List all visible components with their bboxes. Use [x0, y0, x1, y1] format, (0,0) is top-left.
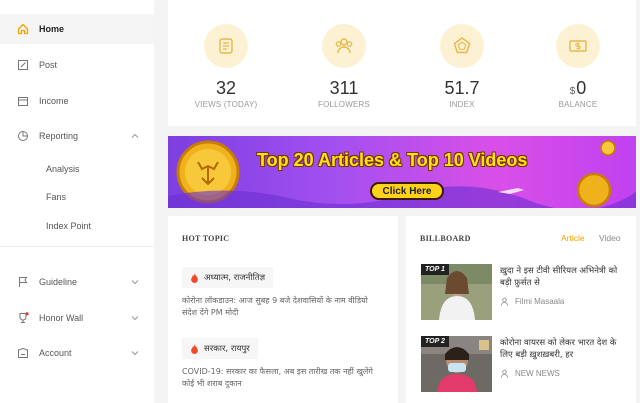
- sidebar-item-income[interactable]: Income: [0, 86, 154, 116]
- sidebar-item-guideline[interactable]: Guideline: [0, 267, 154, 297]
- stat-caption: INDEX: [449, 100, 475, 109]
- banner-title: Top 20 Articles & Top 10 Videos: [257, 150, 528, 170]
- billboard-title: BILLBOARD: [420, 234, 471, 243]
- hot-topic-card: HOT TOPIC अध्यात्म, राजनीतिज्ञ कोरोना लॉ…: [168, 216, 398, 403]
- wallet-icon: [16, 94, 30, 108]
- fire-icon: [191, 343, 198, 354]
- stat-index: 51.7 INDEX: [417, 24, 507, 109]
- sidebar-subitem-analysis[interactable]: Analysis: [46, 164, 80, 174]
- stat-value: 32: [215, 78, 237, 98]
- sidebar-item-home[interactable]: Home: [0, 14, 154, 44]
- sidebar-item-label: Honor Wall: [39, 313, 84, 323]
- sidebar-item-reporting[interactable]: Reporting: [0, 121, 154, 151]
- stats-card: 32 VIEWS (TODAY) 311 FOLLOWERS 51.7 INDE…: [168, 0, 636, 126]
- stat-caption: BALANCE: [558, 100, 598, 109]
- rank-badge: TOP 2: [421, 336, 449, 347]
- scroll-icon: [204, 24, 248, 68]
- radar-icon: [440, 24, 484, 68]
- billboard-thumbnail[interactable]: TOP 2: [421, 336, 492, 392]
- tab-video[interactable]: Video: [599, 233, 621, 243]
- user-icon: [500, 369, 509, 378]
- source-name: NEW NEWS: [515, 369, 560, 378]
- account-icon: [16, 346, 30, 360]
- home-icon: [16, 22, 30, 36]
- sidebar-item-account[interactable]: Account: [0, 338, 154, 368]
- chevron-up-icon: [131, 133, 139, 138]
- billboard-thumbnail[interactable]: TOP 1: [421, 264, 492, 320]
- stat-balance: $0 BALANCE: [533, 24, 623, 109]
- billboard-headline[interactable]: ख़ुदा ने इस टीवी सीरियल अभिनेत्री को बड़…: [500, 265, 628, 289]
- sidebar-item-label: Guideline: [39, 277, 78, 287]
- followers-icon: [322, 24, 366, 68]
- user-icon: [500, 297, 509, 306]
- rank-badge: TOP 1: [421, 264, 449, 275]
- topic-tag-label: सरकार, रायपुर: [204, 344, 250, 354]
- topic-tag[interactable]: अध्यात्म, राजनीतिज्ञ: [182, 267, 274, 288]
- stat-value: $0: [533, 78, 623, 99]
- fire-icon: [191, 272, 198, 283]
- money-icon: [556, 24, 600, 68]
- sidebar-item-label: Home: [39, 24, 65, 34]
- hot-topic-title: HOT TOPIC: [182, 234, 230, 243]
- topic-headline[interactable]: कोरोना लॉकडाउन: आज सुबह 9 बजे देशवासियों…: [182, 295, 382, 319]
- billboard-source: NEW NEWS: [500, 369, 560, 378]
- billboard-card: BILLBOARD Article Video TOP 1 ख़ुदा ने इ…: [406, 216, 636, 403]
- sidebar-item-post[interactable]: Post: [0, 50, 154, 80]
- chevron-down-icon: [131, 351, 139, 356]
- sidebar-subitem-fans[interactable]: Fans: [46, 192, 66, 202]
- sidebar-subitem-index-point[interactable]: Index Point: [46, 221, 91, 231]
- sidebar-item-honor-wall[interactable]: Honor Wall: [0, 303, 154, 333]
- topic-tag[interactable]: सरकार, रायपुर: [182, 338, 258, 359]
- currency-symbol: $: [569, 86, 576, 97]
- topic-tag-label: अध्यात्म, राजनीतिज्ञ: [204, 273, 266, 283]
- chevron-down-icon: [131, 316, 139, 321]
- stat-value: 51.7: [444, 78, 480, 98]
- sidebar-item-label: Reporting: [39, 131, 79, 141]
- balance-value: 0: [576, 78, 587, 98]
- sidebar-item-label: Account: [39, 348, 72, 358]
- promo-banner[interactable]: Top 20 Articles & Top 10 Videos Click He…: [168, 136, 636, 208]
- flag-icon: [16, 275, 30, 289]
- banner-click-here-button[interactable]: Click Here: [370, 182, 444, 200]
- source-name: Filmi Masaala: [515, 297, 565, 306]
- stat-followers: 311 FOLLOWERS: [299, 24, 389, 109]
- billboard-headline[interactable]: कोरोना वायरस को लेकर भारत देश के लिए बड़…: [500, 337, 628, 361]
- chevron-down-icon: [131, 280, 139, 285]
- stat-caption: FOLLOWERS: [317, 100, 371, 109]
- sidebar: Home Post Income Reporting Analysis Fans…: [0, 0, 154, 403]
- sidebar-item-label: Income: [39, 96, 69, 106]
- trophy-icon: [16, 311, 30, 325]
- stat-views: 32 VIEWS (TODAY): [181, 24, 271, 109]
- sidebar-item-label: Post: [39, 60, 58, 70]
- tab-article[interactable]: Article: [561, 233, 585, 243]
- billboard-source: Filmi Masaala: [500, 297, 564, 306]
- pie-chart-icon: [16, 129, 30, 143]
- topic-headline[interactable]: COVID-19: सरकार का फैसला, अब इस तारीख तक…: [182, 366, 382, 390]
- stat-caption: VIEWS (TODAY): [194, 100, 258, 109]
- sidebar-divider: [0, 246, 154, 247]
- stat-value: 311: [329, 78, 359, 98]
- edit-icon: [16, 58, 30, 72]
